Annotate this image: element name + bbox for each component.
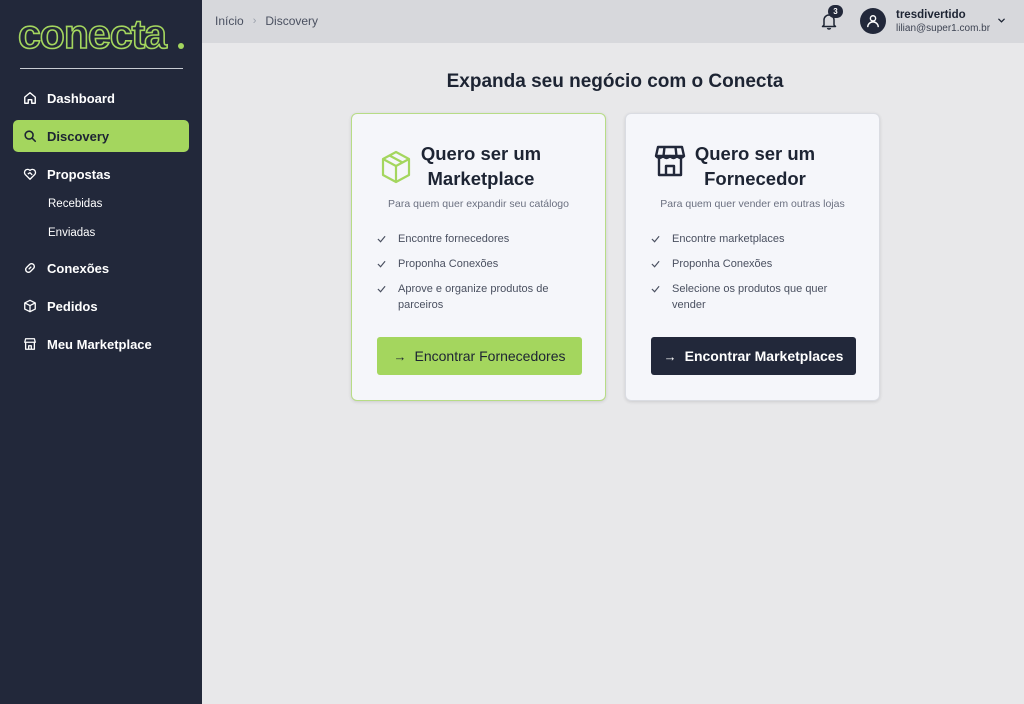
user-email: lilian@super1.com.br <box>896 23 991 34</box>
notification-badge: 3 <box>828 5 843 18</box>
chevron-right-icon: › <box>252 15 257 27</box>
check-icon <box>651 256 660 273</box>
sidebar-item-label: Meu Marketplace <box>47 336 152 352</box>
storefront-icon <box>654 145 686 177</box>
package-icon <box>381 150 411 184</box>
page-title: Expanda seu negócio com o Conecta <box>446 71 784 92</box>
sidebar-item-discovery[interactable]: Discovery <box>13 120 189 152</box>
check-icon <box>377 231 386 248</box>
user-icon <box>867 15 879 28</box>
sidebar-item-propostas[interactable]: Propostas <box>13 158 189 190</box>
check-icon <box>651 281 660 313</box>
sidebar-item-label: Dashboard <box>47 90 115 106</box>
sidebar-subitem-enviadas[interactable]: Enviadas <box>48 227 95 239</box>
feature-item: Aprove e organize produtos de parceiros <box>377 281 557 313</box>
arrow-right-icon: → <box>663 348 677 364</box>
top-bar: Início › Discovery 3 tresdivertido lilia… <box>202 0 1024 43</box>
card-subtitle: Para quem quer vender em outras lojas <box>660 198 845 210</box>
breadcrumb-home[interactable]: Início <box>215 14 244 28</box>
sidebar-divider <box>20 68 183 69</box>
link-icon <box>23 261 37 275</box>
chevron-down-icon[interactable] <box>997 16 1006 25</box>
sidebar-subitem-recebidas[interactable]: Recebidas <box>48 198 102 210</box>
sidebar-item-label: Pedidos <box>47 298 98 314</box>
check-icon <box>377 281 386 313</box>
feature-item: Selecione os produtos que quer vender <box>651 281 831 313</box>
sidebar-item-label: Discovery <box>47 128 110 144</box>
find-marketplaces-button[interactable]: → Encontrar Marketplaces <box>651 337 856 375</box>
box-icon <box>23 299 37 313</box>
avatar[interactable] <box>860 8 886 34</box>
card-title: Quero ser um Fornecedor <box>694 143 816 189</box>
heart-handshake-icon <box>23 167 37 181</box>
sidebar-item-label: Propostas <box>47 166 111 182</box>
sidebar-item-pedidos[interactable]: Pedidos <box>13 290 189 322</box>
breadcrumb-current: Discovery <box>265 14 319 28</box>
marketplace-card: Quero ser um Marketplace Para quem quer … <box>351 113 606 401</box>
check-icon <box>377 256 386 273</box>
feature-item: Proponha Conexões <box>377 256 577 273</box>
check-icon <box>651 231 660 248</box>
sidebar-item-conexoes[interactable]: Conexões <box>13 252 189 284</box>
feature-item: Proponha Conexões <box>651 256 851 273</box>
sidebar-item-meu-marketplace[interactable]: Meu Marketplace <box>13 328 189 360</box>
find-suppliers-button[interactable]: → Encontrar Fornecedores <box>377 337 582 375</box>
arrow-right-icon: → <box>393 348 407 364</box>
feature-item: Encontre fornecedores <box>377 231 577 248</box>
card-title: Quero ser um Marketplace <box>420 143 542 189</box>
feature-item: Encontre marketplaces <box>651 231 851 248</box>
supplier-card: Quero ser um Fornecedor Para quem quer v… <box>625 113 880 401</box>
home-icon <box>23 91 37 105</box>
sidebar: conecta Dashboard Discovery Propostas Re… <box>0 0 202 704</box>
user-name[interactable]: tresdivertido <box>896 9 966 21</box>
store-icon <box>23 337 37 351</box>
sidebar-item-label: Conexões <box>47 260 110 276</box>
svg-text:conecta: conecta <box>18 14 168 54</box>
breadcrumb: Início › Discovery <box>215 14 318 28</box>
card-subtitle: Para quem quer expandir seu catálogo <box>388 198 569 210</box>
search-icon <box>23 129 37 143</box>
conecta-logo[interactable]: conecta <box>18 14 186 54</box>
sidebar-item-dashboard[interactable]: Dashboard <box>13 82 189 114</box>
